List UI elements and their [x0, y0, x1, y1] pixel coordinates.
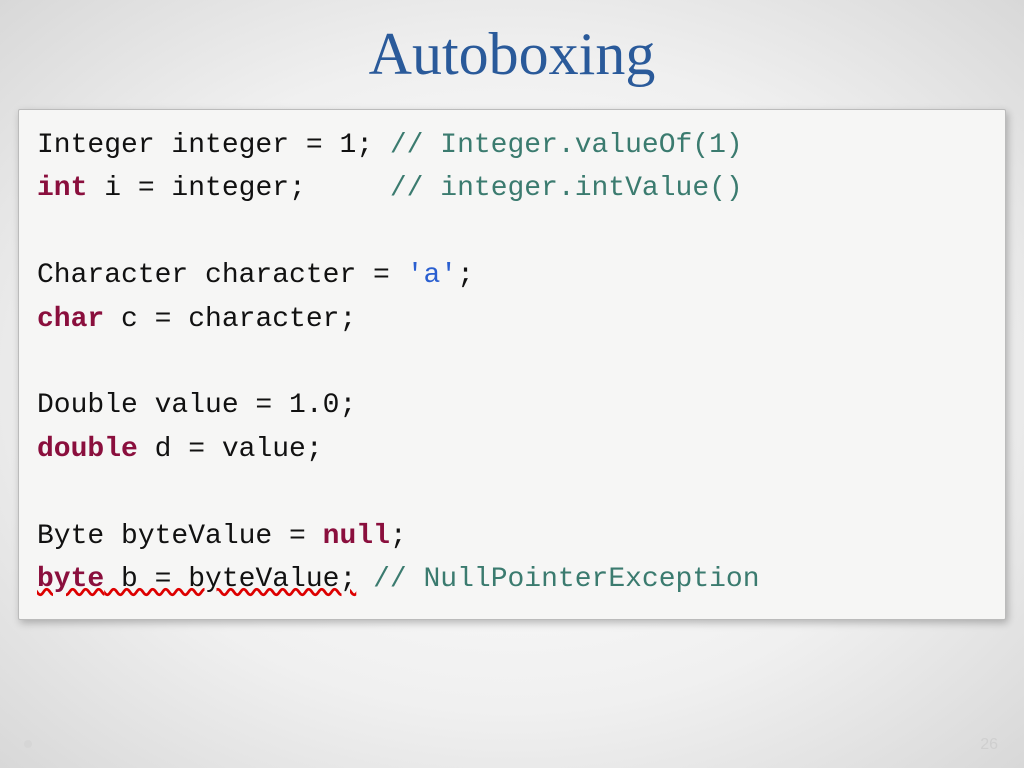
code-block: Integer integer = 1; // Integer.valueOf(…	[18, 109, 1006, 620]
code-string: 'a'	[407, 260, 457, 291]
code-text: Double value = 1.0;	[37, 390, 356, 421]
code-keyword: int	[37, 173, 87, 204]
code-comment: // NullPointerException	[373, 564, 759, 595]
slide-title: Autoboxing	[0, 0, 1024, 99]
code-keyword: char	[37, 304, 104, 335]
code-text: c = character;	[104, 304, 356, 335]
slide: Autoboxing Integer integer = 1; // Integ…	[0, 0, 1024, 768]
code-text: d = value;	[138, 434, 323, 465]
code-error: b = byteValue;	[104, 564, 356, 595]
code-text: Character character =	[37, 260, 407, 291]
bullet-icon	[24, 740, 32, 748]
code-comment: // Integer.valueOf(1)	[390, 130, 743, 161]
code-comment: // integer.intValue()	[390, 173, 743, 204]
code-keyword: null	[323, 521, 390, 552]
page-number: 26	[980, 736, 998, 754]
code-text: ;	[390, 521, 407, 552]
code-text: Byte byteValue =	[37, 521, 323, 552]
code-text: i = integer;	[87, 173, 389, 204]
code-text: Integer integer = 1;	[37, 130, 390, 161]
code-text	[356, 564, 373, 595]
code-text: ;	[457, 260, 474, 291]
code-keyword-error: byte	[37, 564, 104, 595]
code-keyword: double	[37, 434, 138, 465]
